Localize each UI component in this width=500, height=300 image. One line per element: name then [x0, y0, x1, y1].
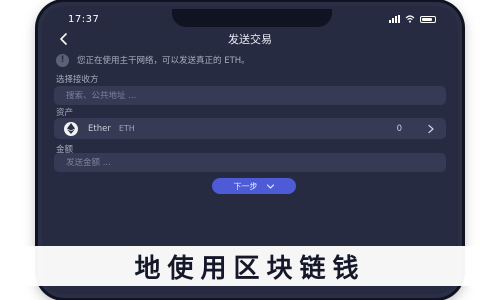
nav-bar: 发送交易: [42, 28, 458, 50]
page-title: 发送交易: [228, 33, 272, 46]
signal-icon: [389, 15, 400, 23]
overlay-banner: 地使用区块链钱: [0, 246, 500, 286]
recipient-input[interactable]: [66, 90, 446, 101]
amount-field[interactable]: [54, 153, 446, 172]
notch: [172, 9, 332, 27]
status-time: 17:37: [68, 14, 100, 25]
recipient-label: 选择接收方: [56, 75, 99, 85]
asset-balance: 0: [396, 123, 402, 134]
status-icons: [389, 15, 436, 23]
asset-symbol: ETH: [118, 124, 135, 133]
network-notice-text: 您正在使用主干网络，可以发送真正的 ETH。: [77, 56, 250, 66]
banner-text: 地使用区块链钱: [134, 253, 366, 284]
asset-name: Ether: [88, 123, 111, 134]
stage: 17:37 发送交易 ! 您正在使用主干网络，可以发送真正的 ETH。 选择接收…: [0, 0, 500, 300]
chevron-right-icon: [428, 124, 434, 133]
network-notice: ! 您正在使用主干网络，可以发送真正的 ETH。: [56, 52, 444, 68]
info-icon: !: [56, 53, 69, 67]
wifi-icon: [405, 15, 415, 23]
battery-icon: [420, 15, 436, 23]
eth-icon: [64, 121, 78, 136]
next-button-label: 下一步: [233, 181, 258, 191]
amount-input[interactable]: [66, 157, 446, 168]
asset-selector[interactable]: Ether ETH 0: [54, 118, 446, 139]
chevron-down-icon: [266, 183, 274, 189]
status-bar: 17:37: [42, 9, 458, 29]
recipient-field[interactable]: [54, 86, 446, 105]
next-button[interactable]: 下一步: [212, 178, 296, 194]
asset-label: 资产: [56, 108, 74, 118]
